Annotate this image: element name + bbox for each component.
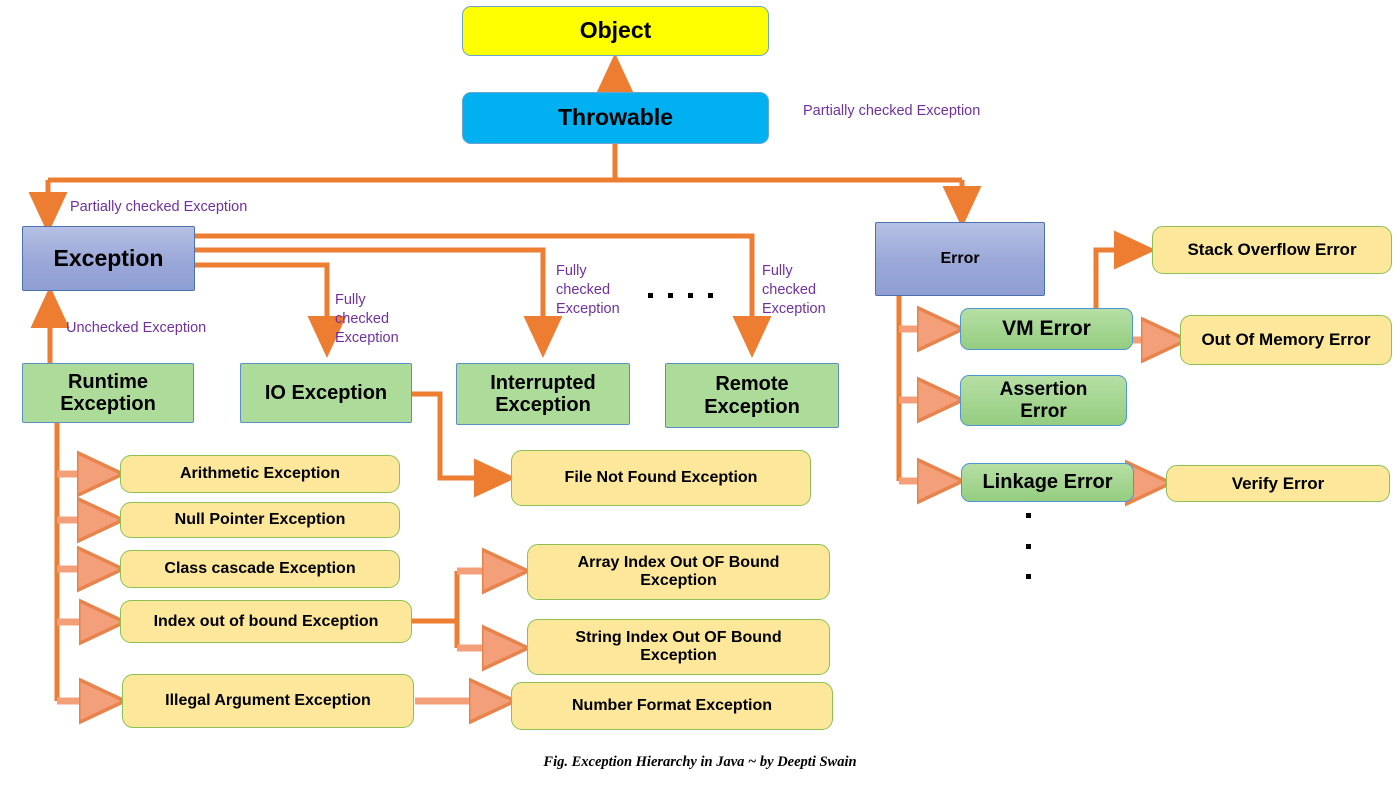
node-file-not-found-exception-label: File Not Found Exception [564, 469, 758, 487]
diagram-canvas: Object Throwable Exception Error Runtime… [0, 0, 1400, 788]
node-exception-label: Exception [53, 244, 164, 271]
node-illegal-argument-exception[interactable]: Illegal Argument Exception [122, 674, 414, 728]
node-arithmetic-exception-label: Arithmetic Exception [179, 465, 341, 483]
node-file-not-found-exception[interactable]: File Not Found Exception [511, 450, 811, 506]
node-index-out-of-bound-exception-label: Index out of bound Exception [153, 612, 379, 630]
node-io-exception-label: IO Exception [264, 381, 388, 404]
node-verify-error-label: Verify Error [1231, 473, 1325, 493]
node-linkage-error[interactable]: Linkage Error [961, 463, 1134, 502]
node-class-cascade-exception[interactable]: Class cascade Exception [120, 550, 400, 588]
node-io-exception[interactable]: IO Exception [240, 363, 412, 423]
node-illegal-argument-exception-label: Illegal Argument Exception [165, 692, 371, 710]
ellipsis-dot-horizontal [668, 293, 673, 298]
node-object[interactable]: Object [462, 6, 769, 56]
ellipsis-dot-horizontal [688, 293, 693, 298]
node-out-of-memory-error-label: Out Of Memory Error [1201, 330, 1371, 350]
edge-label-fully-checked-io: Fully checked Exception [335, 292, 399, 347]
node-runtime-exception[interactable]: Runtime Exception [22, 363, 194, 423]
node-throwable-label: Throwable [557, 104, 673, 131]
node-runtime-exception-label: Runtime Exception [60, 370, 156, 415]
node-string-index-out-of-bound-exception[interactable]: String Index Out OF Bound Exception [527, 619, 830, 675]
node-arithmetic-exception[interactable]: Arithmetic Exception [120, 455, 400, 493]
ellipsis-dot-horizontal [708, 293, 713, 298]
node-class-cascade-exception-label: Class cascade Exception [164, 560, 356, 578]
node-index-out-of-bound-exception[interactable]: Index out of bound Exception [120, 600, 412, 643]
ellipsis-dot-horizontal [648, 293, 653, 298]
node-assertion-error[interactable]: Assertion Error [960, 375, 1127, 426]
node-array-index-out-of-bound-exception[interactable]: Array Index Out OF Bound Exception [527, 544, 830, 600]
node-object-label: Object [579, 17, 652, 44]
node-stack-overflow-error-label: Stack Overflow Error [1187, 240, 1357, 260]
edge-label-unchecked: Unchecked Exception [66, 320, 207, 336]
node-null-pointer-exception[interactable]: Null Pointer Exception [120, 502, 400, 538]
figure-caption: Fig. Exception Hierarchy in Java ~ by De… [543, 754, 857, 770]
node-linkage-error-label: Linkage Error [982, 471, 1113, 494]
node-exception[interactable]: Exception [22, 226, 195, 291]
node-interrupted-exception[interactable]: Interrupted Exception [456, 363, 630, 425]
node-remote-exception-label: Remote Exception [704, 373, 800, 418]
edge-label-partially-checked-top: Partially checked Exception [803, 103, 981, 119]
node-out-of-memory-error[interactable]: Out Of Memory Error [1180, 315, 1392, 365]
node-assertion-error-label: Assertion Error [999, 379, 1088, 422]
edge-label-partially-checked-left: Partially checked Exception [70, 199, 248, 215]
node-verify-error[interactable]: Verify Error [1166, 465, 1390, 502]
ellipsis-dot-vertical [1026, 574, 1031, 579]
node-array-index-out-of-bound-exception-label: Array Index Out OF Bound Exception [577, 554, 780, 589]
node-null-pointer-exception-label: Null Pointer Exception [174, 511, 346, 529]
node-interrupted-exception-label: Interrupted Exception [490, 371, 596, 416]
node-number-format-exception[interactable]: Number Format Exception [511, 682, 833, 730]
ellipsis-dot-vertical [1026, 513, 1031, 518]
node-error-label: Error [940, 250, 980, 268]
node-number-format-exception-label: Number Format Exception [571, 697, 773, 715]
node-throwable[interactable]: Throwable [462, 92, 769, 144]
node-vm-error-label: VM Error [1002, 317, 1091, 341]
node-error[interactable]: Error [875, 222, 1045, 296]
edge-label-fully-checked-interrupted: Fully checked Exception [556, 263, 620, 318]
node-stack-overflow-error[interactable]: Stack Overflow Error [1152, 226, 1392, 274]
edge-label-fully-checked-remote: Fully checked Exception [762, 263, 826, 318]
node-remote-exception[interactable]: Remote Exception [665, 363, 839, 428]
node-vm-error[interactable]: VM Error [960, 308, 1133, 350]
ellipsis-dot-vertical [1026, 544, 1031, 549]
node-string-index-out-of-bound-exception-label: String Index Out OF Bound Exception [575, 629, 782, 664]
